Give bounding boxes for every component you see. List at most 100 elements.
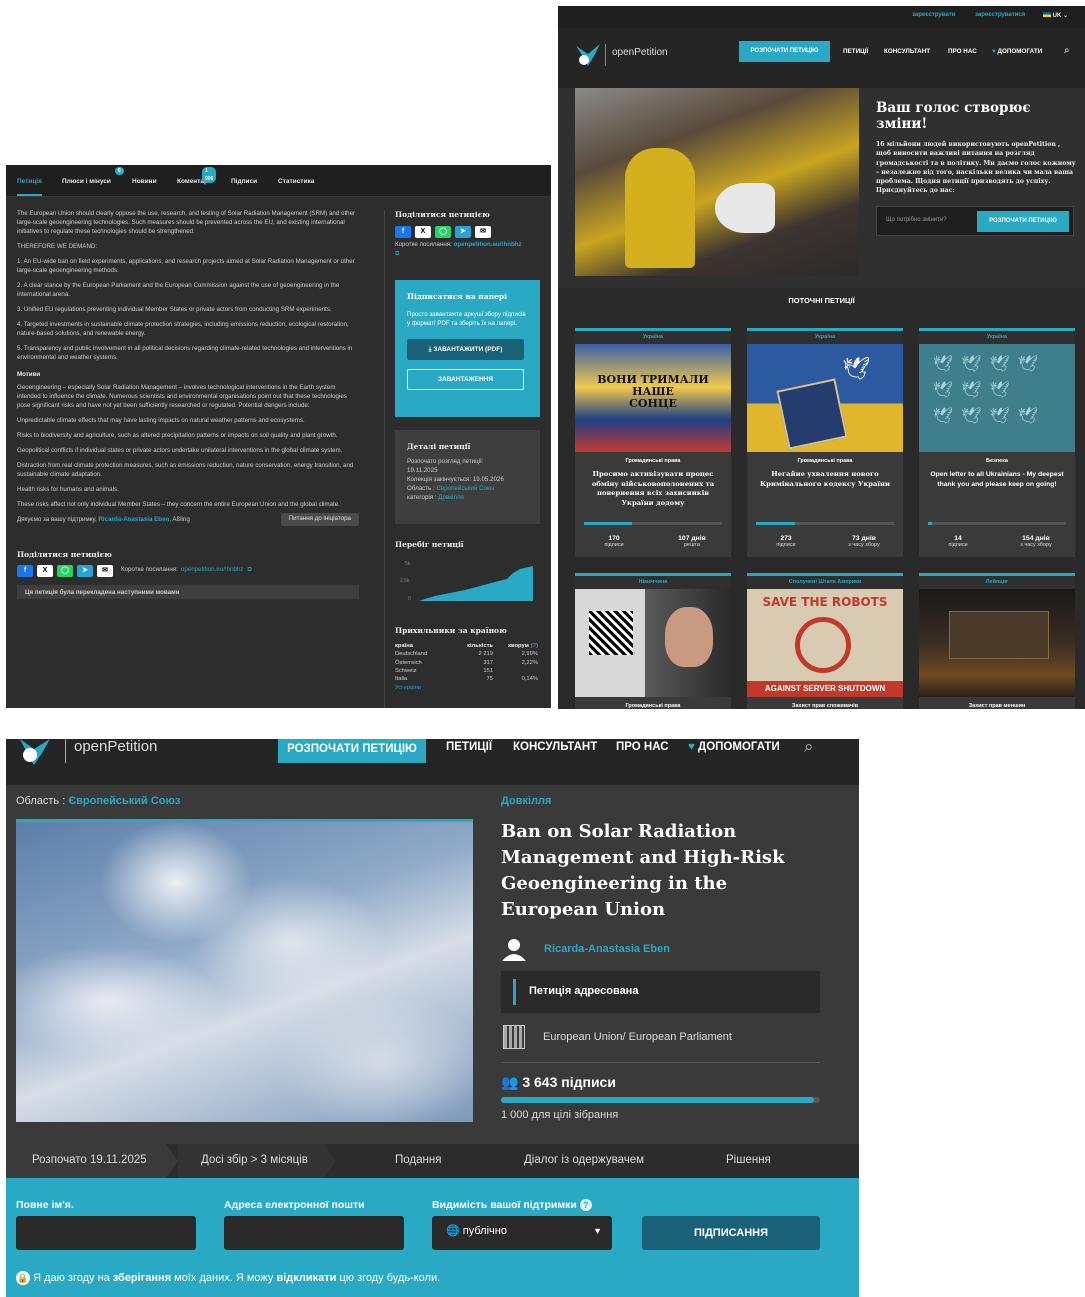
- bird-logo-icon[interactable]: [574, 40, 602, 68]
- telegram-icon[interactable]: ➤: [77, 564, 93, 577]
- start-petition-button[interactable]: РОЗПОЧАТИ ПЕТИЦІЮ: [739, 41, 830, 62]
- sign-button[interactable]: ПІДПИСАННЯ: [642, 1216, 820, 1250]
- bird-logo-icon[interactable]: [18, 739, 54, 767]
- nav-about[interactable]: ПРО НАС: [616, 741, 669, 753]
- demand-item: 5. Transparency and public involvement i…: [17, 344, 353, 361]
- login-link[interactable]: зареєструватися: [975, 12, 1025, 18]
- search-icon[interactable]: ⌕: [1064, 45, 1070, 56]
- card-region: Сполучені Штати Америки: [747, 576, 903, 589]
- logo-text[interactable]: openPetition: [74, 739, 157, 755]
- homepage-panel: зареєструвати зареєструватися UK ⌄ openP…: [558, 6, 1085, 709]
- register-link[interactable]: зареєструвати: [912, 12, 955, 18]
- petition-card[interactable]: Сполучені Штати Америки SAVE THE ROBOTS …: [747, 573, 903, 709]
- card-image: 🕊🕊🕊🕊 🕊🕊🕊 🕊🕊🕊🕊: [919, 344, 1075, 452]
- facebook-icon[interactable]: f: [17, 564, 33, 577]
- copy-icon[interactable]: ⧉: [395, 250, 399, 257]
- pros-cons-badge: 6: [115, 167, 124, 175]
- telegram-icon[interactable]: ➤: [455, 225, 471, 238]
- addressed-box[interactable]: Петиція адресована: [501, 971, 820, 1013]
- petition-card[interactable]: Україна 🕊 Громадянські права Негайне ухв…: [747, 328, 903, 557]
- book-shape: [776, 378, 848, 450]
- search-icon[interactable]: ⌕: [804, 739, 814, 757]
- card-title[interactable]: Просимо активізувати процес обміну війсь…: [583, 470, 723, 514]
- tab-signatures[interactable]: Підписи: [231, 177, 257, 186]
- tab-pros-cons[interactable]: Плюси і мінуси 6: [62, 167, 124, 186]
- tab-news[interactable]: Новини: [132, 177, 157, 186]
- name-input[interactable]: [16, 1216, 196, 1250]
- nav-donate[interactable]: ♥ ДОПОМОГАТИ: [688, 741, 780, 753]
- banner-text: вони тримали наше сонце: [585, 373, 721, 410]
- storage-link[interactable]: зберігання: [113, 1272, 171, 1284]
- tab-petition[interactable]: Петиція: [17, 177, 42, 197]
- x-icon[interactable]: X: [415, 225, 431, 238]
- petition-card[interactable]: Україна вони тримали наше сонце Громадянсь…: [575, 328, 731, 557]
- paper-text: Просто завантажте аркуші збору підписів …: [407, 310, 526, 327]
- logo-text[interactable]: openPetition: [612, 47, 668, 58]
- short-link[interactable]: openpetition.eu/!hnbhz: [454, 241, 522, 248]
- nav-petitions[interactable]: ПЕТИЦІЇ: [446, 741, 492, 753]
- hero-start-button[interactable]: РОЗПОЧАТИ ПЕТИЦІЮ: [977, 211, 1069, 232]
- motive-item: Geoengineering – especially Solar Radiat…: [17, 383, 347, 409]
- language-select[interactable]: UK ⌄: [1043, 12, 1068, 19]
- download-pdf-label: ЗАВАНТАЖИТИ (PDF): [433, 345, 503, 353]
- card-progress-fill: [928, 522, 933, 525]
- petition-card[interactable]: Лейпциг Захист прав меншин: [919, 573, 1075, 709]
- nav-consultant[interactable]: КОНСУЛЬТАНТ: [884, 48, 930, 55]
- card-title[interactable]: Open letter to all Ukrainians - My deepe…: [927, 470, 1067, 514]
- portrait-shape: [665, 607, 713, 667]
- comments-badge: 1 906: [202, 167, 217, 183]
- area-link[interactable]: Європейський Союз: [68, 795, 180, 807]
- card-image: [575, 589, 731, 697]
- copy-icon[interactable]: ⧉: [248, 566, 252, 575]
- country-quorum: [493, 667, 538, 675]
- petition-card[interactable]: Україна 🕊🕊🕊🕊 🕊🕊🕊 🕊🕊🕊🕊 Безпека Open letter …: [919, 328, 1075, 557]
- details-ends: Колекція закінчується: 19.05.2026: [407, 475, 504, 483]
- country-name: Österreich: [395, 659, 422, 666]
- nav-consultant[interactable]: КОНСУЛЬТАНТ: [513, 741, 597, 753]
- petition-card[interactable]: Німеччина Громадянські права: [575, 573, 731, 709]
- downloads-button[interactable]: ЗАВАНТАЖЕННЯ: [407, 368, 524, 390]
- yellow-jacket-shape: [625, 148, 695, 268]
- email-input[interactable]: [224, 1216, 404, 1250]
- card-spacer: [919, 548, 1075, 557]
- question-initiator-button[interactable]: Питання до ініціатора: [280, 512, 359, 526]
- area-label: Область :: [16, 795, 66, 807]
- initiator-link[interactable]: Ricarda-Anastasia Eben: [98, 516, 169, 523]
- author-link[interactable]: Ricarda-Anastasia Eben: [544, 943, 670, 955]
- category-link[interactable]: Довкілля: [501, 795, 551, 807]
- globe-icon: 🌐: [446, 1225, 460, 1237]
- whatsapp-icon[interactable]: ◯: [57, 564, 73, 577]
- email-icon[interactable]: ✉: [97, 564, 113, 577]
- quorum-help-icon[interactable]: (?): [531, 643, 538, 649]
- x-icon[interactable]: X: [37, 564, 53, 577]
- hero-section: Ваш голос створює зміни! 16 мільйони люд…: [558, 88, 1085, 288]
- nav-donate[interactable]: ♥ ДОПОМОГАТИ: [992, 48, 1042, 55]
- nav-about[interactable]: ПРО НАС: [948, 48, 977, 55]
- supporters-by-country: Прихильники за країною країна кількість кв…: [395, 626, 540, 692]
- category-link[interactable]: Довкілля: [438, 494, 464, 501]
- short-link[interactable]: openpetition.eu/!hnbhz: [181, 566, 244, 575]
- logo-divider: [605, 44, 606, 66]
- motive-item: Health risks for humans and animals.: [17, 485, 119, 493]
- card-progress: [928, 522, 1066, 525]
- nav-petitions[interactable]: ПЕТИЦІЇ: [843, 48, 868, 55]
- facebook-icon[interactable]: f: [395, 225, 411, 238]
- paper-title: Підписатися на папері: [407, 292, 508, 301]
- area-link[interactable]: Європейський Союз: [436, 485, 494, 492]
- help-icon[interactable]: ?: [579, 1199, 592, 1211]
- download-pdf-button[interactable]: ⤓ ЗАВАНТАЖИТИ (PDF): [407, 338, 524, 360]
- card-title[interactable]: Негайне ухвалення нового Кримінального к…: [755, 470, 895, 514]
- card-category: Громадянські права: [797, 458, 853, 464]
- hero-search-input[interactable]: Що потрібно змінити?: [886, 217, 947, 223]
- start-petition-button[interactable]: РОЗПОЧАТИ ПЕТИЦІЮ: [278, 739, 426, 763]
- translated-note: Ця петиція була перекладена наступними м…: [17, 584, 359, 599]
- tab-comments[interactable]: Коментарі 1 906: [177, 167, 217, 186]
- stat-value: 154 днів: [1022, 535, 1050, 542]
- email-icon[interactable]: ✉: [475, 225, 491, 238]
- tab-statistics[interactable]: Статистика: [278, 177, 314, 186]
- all-countries-link[interactable]: Усі країни: [395, 684, 540, 692]
- whatsapp-icon[interactable]: ◯: [435, 225, 451, 238]
- visibility-select[interactable]: 🌐 публічно ▼: [432, 1216, 612, 1250]
- revoke-link[interactable]: відкликати: [276, 1272, 336, 1284]
- caret-down-icon: ▼: [593, 1226, 602, 1236]
